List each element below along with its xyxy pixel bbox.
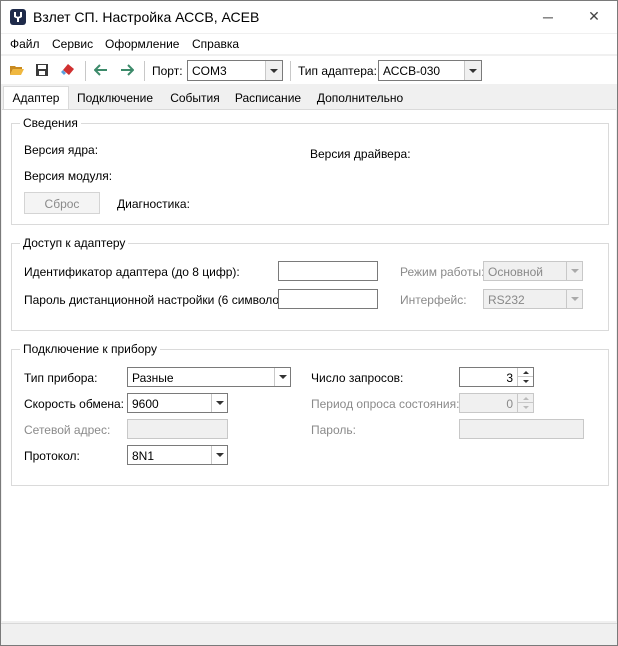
interface-combo[interactable]: RS232 bbox=[483, 289, 583, 309]
chevron-down-icon bbox=[566, 290, 582, 308]
save-icon[interactable] bbox=[33, 61, 51, 79]
arrow-right-icon[interactable] bbox=[118, 61, 136, 79]
mode-label: Режим работы: bbox=[400, 265, 485, 279]
toolbar-separator bbox=[144, 61, 145, 81]
device-type-combo[interactable]: Разные bbox=[127, 367, 291, 387]
device-type-value: Разные bbox=[132, 371, 174, 385]
requests-value: 3 bbox=[506, 371, 513, 385]
interface-label: Интерфейс: bbox=[400, 293, 467, 307]
diagnostics-label: Диагностика: bbox=[117, 197, 190, 211]
requests-label: Число запросов: bbox=[311, 371, 404, 385]
menu-help[interactable]: Справка bbox=[192, 37, 239, 51]
spinner-buttons bbox=[517, 368, 533, 386]
driver-version-label: Версия драйвера: bbox=[310, 147, 411, 161]
net-address-label: Сетевой адрес: bbox=[24, 423, 111, 437]
baud-value: 9600 bbox=[132, 397, 159, 411]
status-bar bbox=[1, 623, 617, 645]
toolbar: Порт: COM3 Тип адаптера: АССВ-030 bbox=[1, 56, 617, 84]
mode-combo[interactable]: Основной bbox=[483, 261, 583, 281]
poll-period-spinner[interactable]: 0 bbox=[459, 393, 534, 413]
module-version-label: Версия модуля: bbox=[24, 169, 113, 183]
remote-password-input[interactable] bbox=[278, 289, 378, 309]
tab-strip: Адаптер Подключение События Расписание Д… bbox=[1, 86, 617, 110]
baud-combo[interactable]: 9600 bbox=[127, 393, 228, 413]
adapter-id-label: Идентификатор адаптера (до 8 цифр): bbox=[24, 265, 240, 279]
spin-down-icon bbox=[518, 403, 533, 412]
chevron-down-icon bbox=[566, 262, 582, 280]
adapter-type-combo[interactable]: АССВ-030 bbox=[378, 60, 482, 81]
spin-down-icon[interactable] bbox=[518, 377, 533, 386]
device-group-title: Подключение к прибору bbox=[20, 342, 160, 356]
password-label: Пароль: bbox=[311, 423, 356, 437]
protocol-value: 8N1 bbox=[132, 449, 155, 463]
interface-value: RS232 bbox=[488, 293, 525, 307]
protocol-label: Протокол: bbox=[24, 449, 80, 463]
adapter-type-label: Тип адаптера: bbox=[298, 64, 377, 78]
menu-bar: Файл Сервис Оформление Справка bbox=[1, 34, 617, 54]
tab-page-adapter: Сведения Версия ядра: Версия драйвера: В… bbox=[2, 109, 616, 621]
toolbar-separator bbox=[290, 61, 291, 81]
device-type-label: Тип прибора: bbox=[24, 371, 98, 385]
chevron-down-icon[interactable] bbox=[211, 394, 227, 412]
chevron-down-icon[interactable] bbox=[211, 446, 227, 464]
tab-schedule[interactable]: Расписание bbox=[232, 88, 304, 109]
tab-connection[interactable]: Подключение bbox=[73, 88, 157, 109]
protocol-combo[interactable]: 8N1 bbox=[127, 445, 228, 465]
reset-button[interactable]: Сброс bbox=[24, 192, 100, 214]
port-value: COM3 bbox=[192, 64, 227, 78]
menu-service[interactable]: Сервис bbox=[52, 37, 93, 51]
port-label: Порт: bbox=[152, 64, 183, 78]
password-input[interactable] bbox=[459, 419, 584, 439]
title-bar: Взлет СП. Настройка АССВ, АСЕВ ─ ✕ bbox=[1, 1, 617, 33]
close-button[interactable]: ✕ bbox=[571, 1, 617, 32]
main-window: Взлет СП. Настройка АССВ, АСЕВ ─ ✕ Файл … bbox=[0, 0, 618, 646]
access-group: Доступ к адаптеру Идентификатор адаптера… bbox=[11, 236, 609, 331]
device-group: Подключение к прибору Тип прибора: Разны… bbox=[11, 342, 609, 486]
remote-password-label: Пароль дистанционной настройки (6 символ… bbox=[24, 293, 293, 307]
minimize-button[interactable]: ─ bbox=[525, 1, 571, 32]
requests-spinner[interactable]: 3 bbox=[459, 367, 534, 387]
spin-up-icon[interactable] bbox=[518, 368, 533, 377]
toolbar-separator bbox=[85, 61, 86, 81]
open-folder-icon[interactable] bbox=[8, 61, 26, 79]
menu-appearance[interactable]: Оформление bbox=[105, 37, 179, 51]
net-address-input[interactable] bbox=[127, 419, 228, 439]
adapter-id-input[interactable] bbox=[278, 261, 378, 281]
window-title: Взлет СП. Настройка АССВ, АСЕВ bbox=[33, 9, 260, 25]
tab-additional[interactable]: Дополнительно bbox=[313, 88, 407, 109]
eraser-icon[interactable] bbox=[59, 61, 77, 79]
chevron-down-icon[interactable] bbox=[274, 368, 290, 386]
app-icon bbox=[10, 9, 26, 25]
poll-period-label: Период опроса состояния: bbox=[311, 397, 460, 411]
baud-label: Скорость обмена: bbox=[24, 397, 124, 411]
port-combo[interactable]: COM3 bbox=[187, 60, 283, 81]
access-group-title: Доступ к адаптеру bbox=[20, 236, 129, 250]
adapter-type-value: АССВ-030 bbox=[383, 64, 441, 78]
tab-adapter[interactable]: Адаптер bbox=[3, 86, 69, 110]
spin-up-icon bbox=[518, 394, 533, 403]
mode-value: Основной bbox=[488, 265, 544, 279]
menu-file[interactable]: Файл bbox=[10, 37, 40, 51]
core-version-label: Версия ядра: bbox=[24, 143, 99, 157]
chevron-down-icon[interactable] bbox=[265, 61, 282, 80]
tab-events[interactable]: События bbox=[165, 88, 225, 109]
chevron-down-icon[interactable] bbox=[464, 61, 481, 80]
spinner-buttons bbox=[517, 394, 533, 412]
info-group: Сведения Версия ядра: Версия драйвера: В… bbox=[11, 116, 609, 225]
poll-period-value: 0 bbox=[506, 397, 513, 411]
info-group-title: Сведения bbox=[20, 116, 81, 130]
arrow-left-icon[interactable] bbox=[92, 61, 110, 79]
